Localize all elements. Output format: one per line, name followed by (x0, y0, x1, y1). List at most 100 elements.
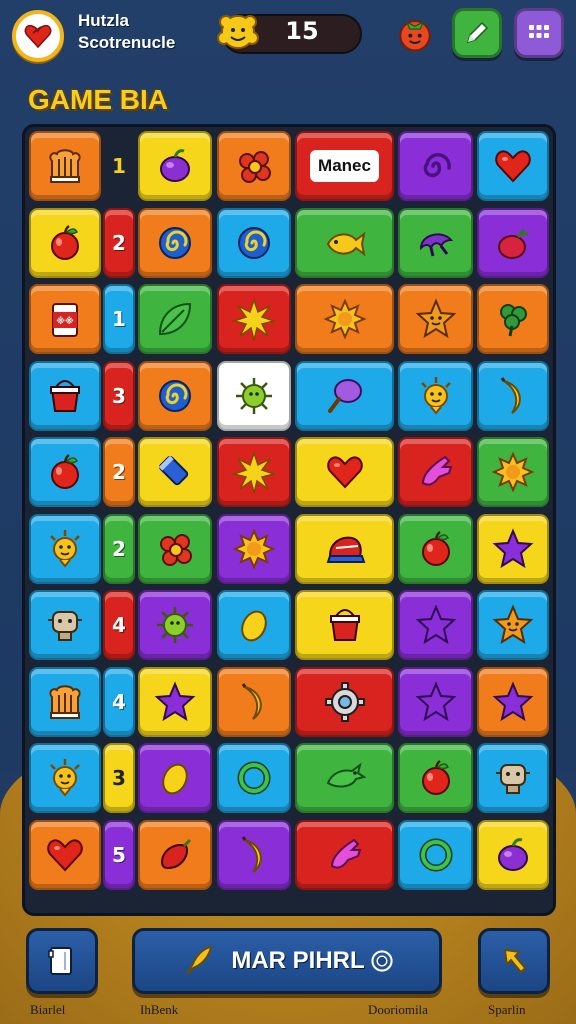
game-tile[interactable] (477, 590, 549, 660)
row-number-tile[interactable]: 2 (103, 513, 135, 584)
gear-icon (324, 681, 365, 722)
game-tile[interactable] (138, 360, 212, 431)
apple-icon (51, 224, 79, 260)
game-tile[interactable] (398, 590, 473, 660)
pencil-icon (466, 21, 489, 44)
app-title: Hutzla Scotrenucle (78, 10, 175, 54)
row-number-tile[interactable]: 4 (103, 666, 135, 737)
game-tile[interactable] (29, 131, 101, 201)
app-logo[interactable] (12, 10, 64, 62)
inventory-button[interactable] (26, 928, 98, 994)
game-tile[interactable] (217, 131, 291, 201)
game-tile[interactable] (217, 590, 291, 660)
game-tile[interactable] (398, 437, 473, 507)
game-tile[interactable] (138, 819, 212, 890)
game-tile[interactable] (217, 666, 291, 737)
game-tile[interactable] (477, 666, 549, 737)
sun-icon (232, 528, 276, 569)
label-tile[interactable]: Manec (295, 131, 394, 201)
game-tile[interactable] (477, 284, 549, 354)
robot-icon (48, 611, 82, 641)
game-tile[interactable] (295, 590, 394, 660)
bucket-icon (329, 609, 360, 641)
game-tile[interactable] (138, 131, 212, 201)
virus-icon (236, 377, 272, 414)
game-tile[interactable] (398, 666, 473, 737)
game-tile[interactable] (477, 743, 549, 813)
arrow-cursor-icon (503, 948, 527, 974)
edit-button[interactable] (452, 8, 502, 58)
game-tile[interactable] (138, 590, 212, 660)
game-tile[interactable] (29, 590, 101, 660)
plum-icon (160, 149, 190, 182)
row-number-tile[interactable]: 5 (103, 819, 135, 890)
row-number-tile[interactable]: 1 (103, 284, 135, 354)
game-tile[interactable] (217, 513, 291, 584)
game-tile[interactable] (477, 207, 549, 278)
game-tile[interactable] (217, 743, 291, 813)
game-tile[interactable] (398, 360, 473, 431)
ring-icon (419, 838, 452, 871)
robot-icon (496, 764, 530, 794)
row-number-tile[interactable]: 3 (103, 743, 135, 813)
game-tile[interactable] (217, 437, 291, 507)
game-tile[interactable] (398, 131, 473, 201)
game-tile[interactable] (138, 284, 212, 354)
game-tile[interactable] (398, 284, 473, 354)
game-tile[interactable] (295, 819, 394, 890)
game-tile[interactable] (29, 513, 101, 584)
sun-face-icon (50, 529, 80, 568)
game-tile[interactable] (29, 666, 101, 737)
game-tile[interactable]: ※※ (29, 284, 101, 354)
game-tile[interactable] (29, 207, 101, 278)
game-tile[interactable] (138, 437, 212, 507)
game-tile[interactable] (29, 743, 101, 813)
row-number-tile[interactable]: 2 (103, 207, 135, 278)
game-tile[interactable] (138, 513, 212, 584)
game-tile[interactable] (477, 437, 549, 507)
ring-icon (237, 761, 271, 795)
game-tile[interactable] (295, 513, 394, 584)
app-title-line1: Hutzla (78, 11, 129, 30)
hint-button[interactable] (478, 928, 550, 994)
menu-button[interactable] (514, 8, 564, 58)
game-tile[interactable] (217, 284, 291, 354)
game-tile[interactable] (295, 284, 394, 354)
spiral-icon (159, 226, 191, 259)
play-button[interactable]: MAR PIHRL (132, 928, 442, 994)
game-tile[interactable] (398, 743, 473, 813)
row-number-tile[interactable]: 3 (103, 360, 135, 431)
game-tile[interactable] (477, 513, 549, 584)
row-number-tile[interactable]: 1 (103, 131, 135, 201)
game-tile[interactable] (398, 513, 473, 584)
game-tile[interactable] (295, 437, 394, 507)
game-tile[interactable] (398, 819, 473, 890)
row-number-tile[interactable]: 4 (103, 590, 135, 660)
game-tile[interactable] (29, 437, 101, 507)
game-tile[interactable] (295, 666, 394, 737)
game-tile[interactable] (398, 207, 473, 278)
game-tile[interactable] (138, 666, 212, 737)
game-tile[interactable] (295, 360, 394, 431)
star-icon (415, 604, 456, 645)
row-number-tile[interactable]: 2 (103, 437, 135, 507)
row-number: 5 (112, 842, 126, 867)
game-tile[interactable] (295, 743, 394, 813)
game-tile[interactable] (477, 360, 549, 431)
game-tile[interactable] (295, 207, 394, 278)
fruit-button[interactable] (390, 8, 440, 58)
game-tile[interactable] (217, 819, 291, 890)
game-tile[interactable] (29, 819, 101, 890)
game-tile[interactable] (29, 360, 101, 431)
game-tile[interactable] (217, 360, 291, 431)
game-tile[interactable] (138, 743, 212, 813)
game-tile[interactable] (477, 131, 549, 201)
tomato-face-icon (399, 20, 431, 52)
game-tile[interactable] (138, 207, 212, 278)
sun-face-icon (420, 376, 451, 415)
game-tile[interactable] (477, 819, 549, 890)
svg-text:※※: ※※ (56, 316, 74, 327)
game-tile[interactable] (217, 207, 291, 278)
bucket-icon (50, 379, 80, 412)
footer-label-3: Dooriomila (368, 1002, 428, 1017)
